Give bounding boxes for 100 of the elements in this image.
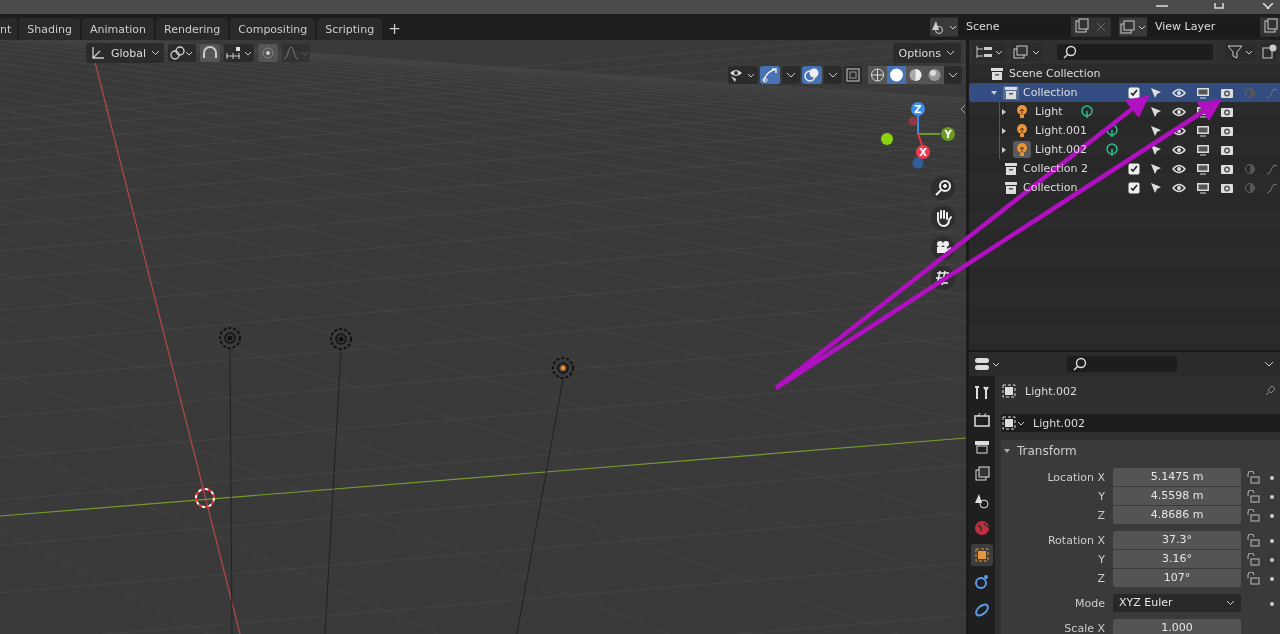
lock-icon[interactable] — [1245, 571, 1261, 586]
keyframe-dot-icon[interactable] — [1269, 512, 1275, 519]
lock-icon[interactable] — [1245, 508, 1261, 523]
rotation-mode-dropdown[interactable]: XYZ Euler — [1113, 594, 1241, 613]
keyframe-dot-icon[interactable] — [1269, 537, 1275, 544]
outliner-row[interactable]: Collection — [969, 83, 1280, 102]
eye-icon[interactable] — [1172, 105, 1186, 118]
keyframe-dot-icon[interactable] — [1269, 600, 1275, 607]
workspace-tab[interactable]: Rendering — [156, 18, 229, 40]
workspace-tab[interactable]: nt — [0, 18, 18, 40]
search-field[interactable] — [1057, 44, 1213, 60]
navigation-gizmo-drawing[interactable] — [881, 102, 955, 169]
monitor-icon[interactable] — [1196, 124, 1210, 137]
checkbox-icon[interactable] — [1128, 162, 1140, 175]
wireframe-shading-icon[interactable] — [868, 66, 887, 84]
workspace-tab[interactable]: Compositing — [230, 18, 316, 40]
chevron-down-icon[interactable] — [782, 66, 800, 84]
display-mode-icon[interactable] — [973, 43, 1005, 61]
indirect-only-icon[interactable] — [1266, 181, 1278, 194]
select-arrow-icon[interactable] — [1150, 162, 1162, 175]
select-arrow-icon[interactable] — [1150, 143, 1162, 156]
camera-icon[interactable] — [1220, 124, 1234, 137]
checkbox-icon[interactable] — [1128, 86, 1140, 99]
light-data-icon[interactable] — [1104, 142, 1119, 157]
material-shading-icon[interactable] — [906, 66, 925, 84]
add-workspace-button[interactable]: + — [384, 18, 405, 40]
eye-icon[interactable] — [1172, 86, 1186, 99]
lock-icon[interactable] — [1245, 552, 1261, 567]
number-field[interactable]: 37.3° — [1113, 531, 1241, 550]
number-field[interactable]: 4.5598 m — [1113, 487, 1241, 506]
keyframe-dot-icon[interactable] — [1269, 556, 1275, 563]
proportional-edit-icon[interactable] — [258, 44, 279, 62]
select-arrow-icon[interactable] — [1150, 86, 1162, 99]
workspace-tab[interactable]: Scripting — [317, 18, 383, 40]
disclosure-triangle-icon[interactable] — [990, 88, 998, 97]
number-field[interactable]: 107° — [1113, 569, 1241, 588]
disclosure-triangle-icon[interactable] — [1000, 145, 1008, 154]
monitor-icon[interactable] — [1196, 86, 1210, 99]
keyframe-dot-icon[interactable] — [1269, 493, 1275, 500]
eye-icon[interactable] — [1172, 162, 1186, 175]
lock-icon[interactable] — [1245, 489, 1261, 504]
monitor-icon[interactable] — [1196, 181, 1210, 194]
object-name-field[interactable]: Light.002 — [1001, 414, 1280, 432]
checkbox-icon[interactable] — [1128, 181, 1140, 194]
pin-icon[interactable] — [1263, 384, 1277, 398]
indirect-only-icon[interactable] — [1266, 162, 1278, 175]
lock-icon[interactable] — [1245, 533, 1261, 548]
disclosure-triangle-icon[interactable] — [1000, 126, 1008, 135]
eye-icon[interactable] — [1172, 181, 1186, 194]
duplicate-icon[interactable] — [1260, 18, 1280, 36]
minimize-icon[interactable] — [1155, 3, 1169, 9]
duplicate-icon[interactable] — [1071, 18, 1091, 36]
number-field[interactable]: 3.16° — [1113, 550, 1241, 569]
camera-icon[interactable] — [1220, 143, 1234, 156]
snap-increment-icon[interactable] — [224, 44, 255, 62]
rendered-shading-icon[interactable] — [925, 66, 944, 84]
transform-panel-header[interactable]: Transform — [1001, 440, 1280, 462]
light-data-icon[interactable] — [1104, 123, 1119, 138]
chevron-down-icon[interactable] — [824, 66, 842, 84]
image-stack-icon[interactable] — [1011, 43, 1043, 61]
camera-icon[interactable] — [1220, 105, 1234, 118]
chevron-left-icon[interactable] — [960, 104, 966, 114]
camera-icon[interactable] — [1220, 181, 1234, 194]
options-dropdown[interactable]: Options — [892, 43, 961, 63]
view-layer-name-field[interactable]: View Layer — [1147, 17, 1260, 37]
eye-icon[interactable] — [1172, 143, 1186, 156]
image-stack-icon[interactable] — [1119, 18, 1147, 36]
overlays-icon[interactable] — [802, 66, 822, 84]
workspace-tab[interactable]: Animation — [82, 18, 155, 40]
filter-icon[interactable] — [1225, 43, 1255, 61]
number-field[interactable]: 4.8686 m — [1113, 506, 1241, 525]
workspace-tab[interactable]: Shading — [19, 18, 80, 40]
camera-icon[interactable] — [1220, 86, 1234, 99]
object-tab-icon[interactable] — [971, 544, 993, 566]
maximize-icon[interactable] — [1213, 3, 1225, 9]
close-icon[interactable] — [1262, 3, 1274, 9]
light-bulb-icon[interactable] — [1013, 141, 1031, 158]
transform-orientation-dropdown[interactable]: Global — [86, 43, 165, 63]
monitor-icon[interactable] — [1196, 162, 1210, 175]
new-collection-icon[interactable] — [1261, 43, 1277, 61]
lock-icon[interactable] — [1245, 470, 1261, 485]
camera-icon[interactable] — [1220, 162, 1234, 175]
scene-icon[interactable] — [930, 18, 958, 36]
keyframe-dot-icon[interactable] — [1269, 474, 1275, 481]
magnet-icon[interactable] — [200, 44, 221, 62]
keyframe-dot-icon[interactable] — [1269, 575, 1275, 582]
number-field[interactable]: 1.000 — [1113, 619, 1241, 634]
gizmo-toggle-icon[interactable] — [760, 66, 780, 84]
select-arrow-icon[interactable] — [1150, 124, 1162, 137]
search-field[interactable] — [1067, 356, 1177, 372]
disclosure-triangle-icon[interactable] — [1000, 107, 1008, 116]
xray-icon[interactable] — [844, 66, 862, 84]
solid-shading-icon[interactable] — [887, 66, 906, 84]
select-arrow-icon[interactable] — [1150, 181, 1162, 194]
visibility-eye-icon[interactable] — [728, 66, 758, 84]
select-arrow-icon[interactable] — [1150, 105, 1162, 118]
scene-collection-label[interactable]: Scene Collection — [1009, 67, 1101, 80]
light-data-icon[interactable] — [1080, 104, 1095, 119]
3d-cursor-icon[interactable] — [195, 488, 215, 508]
scene-name-field[interactable]: Scene — [958, 17, 1071, 37]
